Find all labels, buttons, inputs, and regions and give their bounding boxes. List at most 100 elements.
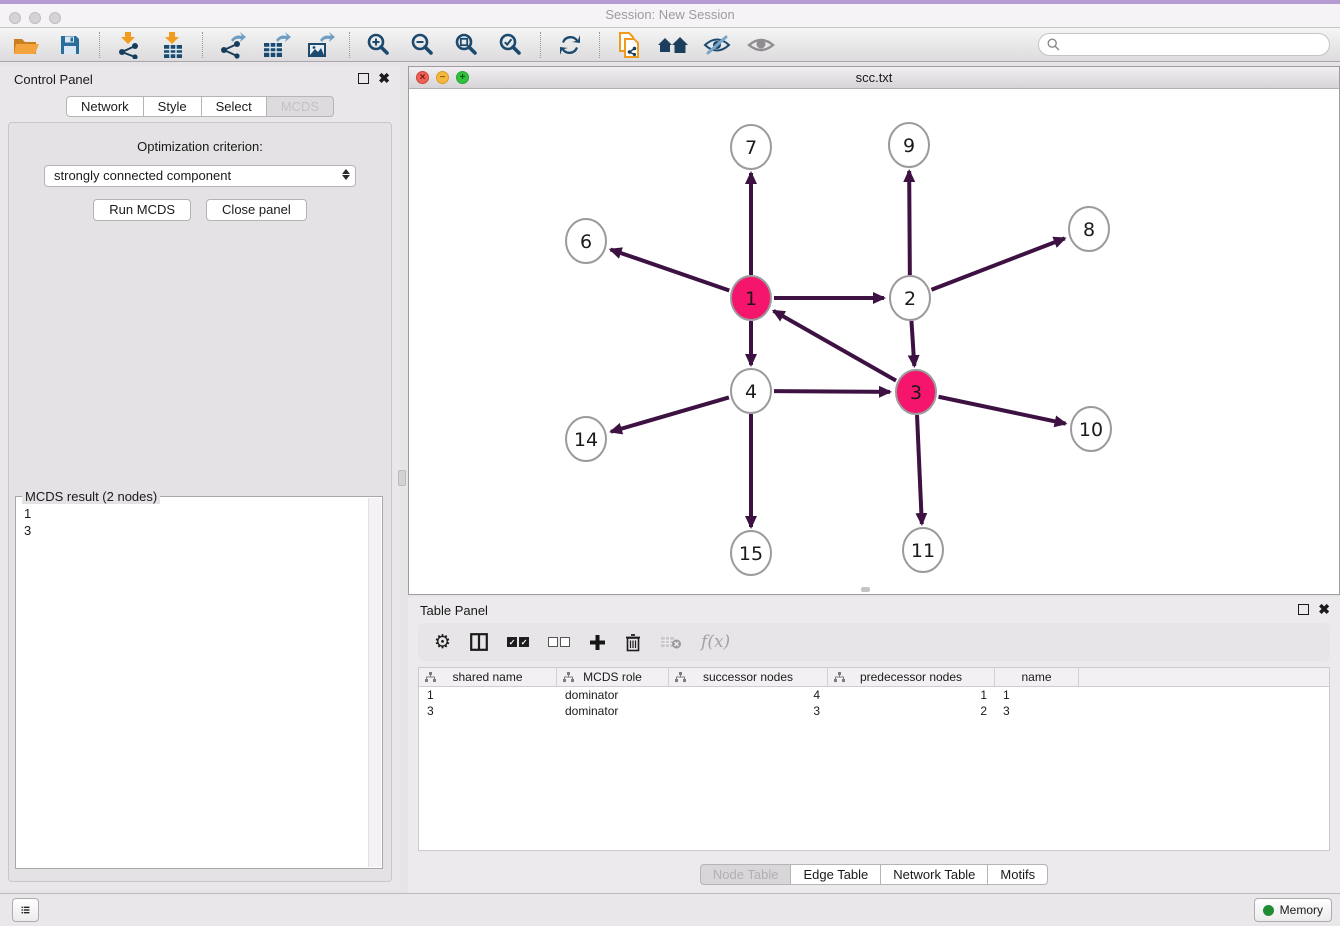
table-cell[interactable]: 3 [995,703,1079,719]
graph-node-1[interactable]: 1 [731,276,771,320]
column-header-shared-name[interactable]: shared name [419,668,557,686]
column-header-name[interactable]: name [995,668,1079,686]
open-session-button[interactable] [8,30,44,60]
network-close-button[interactable]: × [416,71,429,84]
edge-3-1[interactable] [774,311,896,381]
graph-node-14[interactable]: 14 [566,417,606,461]
mcds-result-list[interactable]: 13 [16,501,368,868]
run-mcds-button[interactable]: Run MCDS [93,199,191,221]
import-table-button[interactable] [155,30,191,60]
table-cell[interactable]: dominator [557,687,669,703]
tab-style[interactable]: Style [144,96,202,117]
graph-node-6[interactable]: 6 [566,219,606,263]
checked-box-icon: ✓ [519,637,529,647]
close-panel-button[interactable]: Close panel [206,199,307,221]
app-close-button[interactable] [9,12,21,24]
column-header-predecessor-nodes[interactable]: predecessor nodes [828,668,995,686]
zoom-fit-button[interactable] [449,30,485,60]
add-row-button[interactable] [589,630,606,654]
table-cell[interactable]: 4 [669,687,828,703]
network-graph[interactable]: 1 2 3 4 6 7 8 9 10 11 14 15 [409,89,1339,594]
zoom-out-button[interactable] [405,30,441,60]
graph-node-7[interactable]: 7 [731,125,771,169]
table-cell[interactable]: 3 [419,703,557,719]
graph-node-9[interactable]: 9 [889,123,929,167]
show-columns-button[interactable] [470,630,488,654]
toolbar-separator [540,32,541,58]
network-minimize-button[interactable]: − [436,71,449,84]
network-maximize-button[interactable]: + [456,71,469,84]
list-icon [21,903,30,917]
graph-node-15[interactable]: 15 [731,531,771,575]
tab-network[interactable]: Network [66,96,144,117]
table-row[interactable]: 3dominator323 [419,703,1329,719]
home-button[interactable] [655,30,691,60]
table-row[interactable]: 1dominator411 [419,687,1329,703]
select-all-button[interactable]: ✓ ✓ [507,630,529,654]
tab-select[interactable]: Select [202,96,267,117]
app-traffic-lights[interactable] [9,12,61,24]
clone-network-button[interactable] [611,30,647,60]
save-session-button[interactable] [52,30,88,60]
table-panel-close-icon[interactable]: ✖ [1318,604,1330,615]
edge-4-14[interactable] [611,397,729,431]
graph-node-11[interactable]: 11 [903,528,943,572]
task-history-button[interactable] [12,898,39,922]
function-builder-button[interactable]: f(x) [701,630,730,654]
refresh-layout-button[interactable] [552,30,588,60]
tab-network-table[interactable]: Network Table [881,864,988,885]
import-network-button[interactable] [111,30,147,60]
zoom-in-button[interactable] [361,30,397,60]
table-cell[interactable]: 3 [669,703,828,719]
gear-icon: ⚙ [434,631,451,653]
show-details-button[interactable] [743,30,779,60]
column-header-mcds-role[interactable]: MCDS role [557,668,669,686]
control-panel-float-icon[interactable] [358,73,369,84]
table-panel-float-icon[interactable] [1298,604,1309,615]
tab-edge-table[interactable]: Edge Table [791,864,881,885]
export-image-button[interactable] [302,30,338,60]
graph-node-10[interactable]: 10 [1071,407,1111,451]
zoom-selected-button[interactable] [493,30,529,60]
table-cell[interactable]: 1 [995,687,1079,703]
deselect-all-button[interactable] [548,630,570,654]
tab-mcds[interactable]: MCDS [267,96,334,117]
edge-3-11[interactable] [917,415,922,524]
network-window-titlebar[interactable]: × − + scc.txt [409,67,1339,89]
hide-details-button[interactable] [699,30,735,60]
graph-node-3[interactable]: 3 [896,370,936,414]
app-maximize-button[interactable] [49,12,61,24]
edge-1-6[interactable] [611,249,730,290]
network-scrollbar-thumb[interactable] [861,587,870,592]
table-cell[interactable]: 1 [828,687,995,703]
export-network-button[interactable] [214,30,250,60]
graph-node-2[interactable]: 2 [890,276,930,320]
edge-2-3[interactable] [911,321,914,366]
delete-column-button[interactable] [660,630,682,654]
optimization-criterion-select[interactable]: strongly connected component [44,165,356,187]
table-cell[interactable]: dominator [557,703,669,719]
export-network-icon [218,31,246,59]
delete-row-button[interactable] [625,630,641,654]
edge-4-3[interactable] [774,391,890,392]
graph-node-8[interactable]: 8 [1069,207,1109,251]
control-panel-close-icon[interactable]: ✖ [378,73,390,84]
memory-button[interactable]: Memory [1254,898,1332,922]
table-cell[interactable]: 2 [828,703,995,719]
search-input[interactable] [1065,38,1321,52]
edge-2-9[interactable] [909,171,910,275]
export-table-button[interactable] [258,30,294,60]
edge-3-10[interactable] [939,397,1066,424]
node-label: 3 [910,382,922,404]
table-cell[interactable]: 1 [419,687,557,703]
app-minimize-button[interactable] [29,12,41,24]
tab-motifs[interactable]: Motifs [988,864,1048,885]
search-box[interactable] [1038,33,1330,56]
table-settings-button[interactable]: ⚙ [434,630,451,654]
result-scrollbar[interactable] [368,498,381,867]
graph-node-4[interactable]: 4 [731,369,771,413]
edge-2-8[interactable] [931,238,1064,289]
tab-node-table[interactable]: Node Table [700,864,792,885]
column-header-successor-nodes[interactable]: successor nodes [669,668,828,686]
panel-splitter-handle[interactable] [398,470,406,486]
